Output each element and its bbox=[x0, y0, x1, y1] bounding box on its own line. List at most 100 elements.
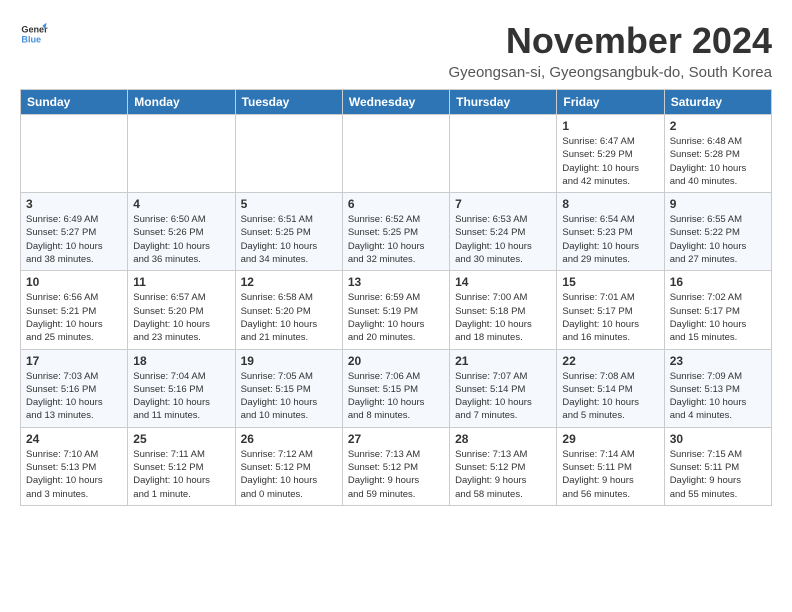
day-info: Sunrise: 7:15 AM Sunset: 5:11 PM Dayligh… bbox=[670, 448, 766, 501]
calendar-cell: 18 Sunrise: 7:04 AM Sunset: 5:16 PM Dayli… bbox=[128, 349, 235, 427]
calendar-cell: 27 Sunrise: 7:13 AM Sunset: 5:12 PM Dayli… bbox=[342, 427, 449, 505]
day-info: Sunrise: 6:58 AM Sunset: 5:20 PM Dayligh… bbox=[241, 291, 337, 344]
day-number: 24 bbox=[26, 432, 122, 446]
day-number: 26 bbox=[241, 432, 337, 446]
calendar-header-monday: Monday bbox=[128, 90, 235, 115]
day-number: 7 bbox=[455, 197, 551, 211]
day-info: Sunrise: 7:08 AM Sunset: 5:14 PM Dayligh… bbox=[562, 370, 658, 423]
calendar-cell: 10Sunrise: 6:56 AM Sunset: 5:21 PM Dayli… bbox=[21, 271, 128, 349]
day-number: 11 bbox=[133, 275, 229, 289]
calendar-cell: 12Sunrise: 6:58 AM Sunset: 5:20 PM Dayli… bbox=[235, 271, 342, 349]
calendar-cell: 30Sunrise: 7:15 AM Sunset: 5:11 PM Dayli… bbox=[664, 427, 771, 505]
day-number: 27 bbox=[348, 432, 444, 446]
calendar-week-row: 3 Sunrise: 6:49 AM Sunset: 5:27 PM Daylig… bbox=[21, 193, 772, 271]
calendar-header-friday: Friday bbox=[557, 90, 664, 115]
calendar-table: SundayMondayTuesdayWednesdayThursdayFrid… bbox=[20, 89, 772, 506]
day-number: 9 bbox=[670, 197, 766, 211]
day-number: 19 bbox=[241, 354, 337, 368]
day-info: Sunrise: 6:52 AM Sunset: 5:25 PM Dayligh… bbox=[348, 213, 444, 266]
calendar-cell: 16Sunrise: 7:02 AM Sunset: 5:17 PM Dayli… bbox=[664, 271, 771, 349]
day-number: 29 bbox=[562, 432, 658, 446]
calendar-cell: 6Sunrise: 6:52 AM Sunset: 5:25 PM Daylig… bbox=[342, 193, 449, 271]
day-info: Sunrise: 7:04 AM Sunset: 5:16 PM Dayligh… bbox=[133, 370, 229, 423]
day-number: 18 bbox=[133, 354, 229, 368]
calendar-cell: 14 Sunrise: 7:00 AM Sunset: 5:18 PM Dayli… bbox=[450, 271, 557, 349]
day-number: 23 bbox=[670, 354, 766, 368]
day-number: 3 bbox=[26, 197, 122, 211]
day-number: 5 bbox=[241, 197, 337, 211]
calendar-cell: 11 Sunrise: 6:57 AM Sunset: 5:20 PM Dayli… bbox=[128, 271, 235, 349]
day-info: Sunrise: 6:49 AM Sunset: 5:27 PM Dayligh… bbox=[26, 213, 122, 266]
svg-text:Blue: Blue bbox=[21, 34, 41, 44]
calendar-cell: 9 Sunrise: 6:55 AM Sunset: 5:22 PM Daylig… bbox=[664, 193, 771, 271]
day-info: Sunrise: 7:12 AM Sunset: 5:12 PM Dayligh… bbox=[241, 448, 337, 501]
calendar-week-row: 10Sunrise: 6:56 AM Sunset: 5:21 PM Dayli… bbox=[21, 271, 772, 349]
calendar-cell: 8 Sunrise: 6:54 AM Sunset: 5:23 PM Daylig… bbox=[557, 193, 664, 271]
day-info: Sunrise: 7:10 AM Sunset: 5:13 PM Dayligh… bbox=[26, 448, 122, 501]
day-number: 15 bbox=[562, 275, 658, 289]
calendar-cell: 2Sunrise: 6:48 AM Sunset: 5:28 PM Daylig… bbox=[664, 115, 771, 193]
calendar-cell: 22 Sunrise: 7:08 AM Sunset: 5:14 PM Dayli… bbox=[557, 349, 664, 427]
day-number: 17 bbox=[26, 354, 122, 368]
day-info: Sunrise: 7:14 AM Sunset: 5:11 PM Dayligh… bbox=[562, 448, 658, 501]
calendar-header-thursday: Thursday bbox=[450, 90, 557, 115]
calendar-cell: 21 Sunrise: 7:07 AM Sunset: 5:14 PM Dayli… bbox=[450, 349, 557, 427]
day-info: Sunrise: 7:00 AM Sunset: 5:18 PM Dayligh… bbox=[455, 291, 551, 344]
calendar-cell: 4 Sunrise: 6:50 AM Sunset: 5:26 PM Daylig… bbox=[128, 193, 235, 271]
day-info: Sunrise: 6:55 AM Sunset: 5:22 PM Dayligh… bbox=[670, 213, 766, 266]
calendar-header-saturday: Saturday bbox=[664, 90, 771, 115]
day-info: Sunrise: 6:54 AM Sunset: 5:23 PM Dayligh… bbox=[562, 213, 658, 266]
day-info: Sunrise: 6:59 AM Sunset: 5:19 PM Dayligh… bbox=[348, 291, 444, 344]
day-info: Sunrise: 7:11 AM Sunset: 5:12 PM Dayligh… bbox=[133, 448, 229, 501]
calendar-cell bbox=[235, 115, 342, 193]
day-number: 13 bbox=[348, 275, 444, 289]
day-number: 21 bbox=[455, 354, 551, 368]
calendar-cell: 26 Sunrise: 7:12 AM Sunset: 5:12 PM Dayli… bbox=[235, 427, 342, 505]
day-info: Sunrise: 6:53 AM Sunset: 5:24 PM Dayligh… bbox=[455, 213, 551, 266]
day-number: 20 bbox=[348, 354, 444, 368]
day-info: Sunrise: 7:13 AM Sunset: 5:12 PM Dayligh… bbox=[455, 448, 551, 501]
calendar-header-tuesday: Tuesday bbox=[235, 90, 342, 115]
calendar-cell: 29 Sunrise: 7:14 AM Sunset: 5:11 PM Dayli… bbox=[557, 427, 664, 505]
day-info: Sunrise: 7:03 AM Sunset: 5:16 PM Dayligh… bbox=[26, 370, 122, 423]
calendar-cell: 13 Sunrise: 6:59 AM Sunset: 5:19 PM Dayli… bbox=[342, 271, 449, 349]
calendar-cell bbox=[21, 115, 128, 193]
calendar-cell: 3 Sunrise: 6:49 AM Sunset: 5:27 PM Daylig… bbox=[21, 193, 128, 271]
day-number: 14 bbox=[455, 275, 551, 289]
calendar-header-row: SundayMondayTuesdayWednesdayThursdayFrid… bbox=[21, 90, 772, 115]
month-title: November 2024 bbox=[448, 20, 772, 62]
title-section: November 2024 Gyeongsan-si, Gyeongsangbu… bbox=[448, 20, 772, 81]
day-number: 22 bbox=[562, 354, 658, 368]
calendar-cell: 20Sunrise: 7:06 AM Sunset: 5:15 PM Dayli… bbox=[342, 349, 449, 427]
day-number: 2 bbox=[670, 119, 766, 133]
day-info: Sunrise: 7:13 AM Sunset: 5:12 PM Dayligh… bbox=[348, 448, 444, 501]
day-number: 4 bbox=[133, 197, 229, 211]
calendar-cell: 5 Sunrise: 6:51 AM Sunset: 5:25 PM Daylig… bbox=[235, 193, 342, 271]
day-number: 25 bbox=[133, 432, 229, 446]
day-info: Sunrise: 7:01 AM Sunset: 5:17 PM Dayligh… bbox=[562, 291, 658, 344]
calendar-cell bbox=[342, 115, 449, 193]
calendar-header-wednesday: Wednesday bbox=[342, 90, 449, 115]
calendar-week-row: 24 Sunrise: 7:10 AM Sunset: 5:13 PM Dayli… bbox=[21, 427, 772, 505]
day-info: Sunrise: 6:50 AM Sunset: 5:26 PM Dayligh… bbox=[133, 213, 229, 266]
calendar-cell: 25 Sunrise: 7:11 AM Sunset: 5:12 PM Dayli… bbox=[128, 427, 235, 505]
day-number: 8 bbox=[562, 197, 658, 211]
calendar-header-sunday: Sunday bbox=[21, 90, 128, 115]
calendar-cell: 23 Sunrise: 7:09 AM Sunset: 5:13 PM Dayli… bbox=[664, 349, 771, 427]
day-info: Sunrise: 7:05 AM Sunset: 5:15 PM Dayligh… bbox=[241, 370, 337, 423]
calendar-cell: 17 Sunrise: 7:03 AM Sunset: 5:16 PM Dayli… bbox=[21, 349, 128, 427]
day-number: 1 bbox=[562, 119, 658, 133]
logo: General Blue bbox=[20, 20, 48, 48]
day-info: Sunrise: 7:07 AM Sunset: 5:14 PM Dayligh… bbox=[455, 370, 551, 423]
calendar-week-row: 1Sunrise: 6:47 AM Sunset: 5:29 PM Daylig… bbox=[21, 115, 772, 193]
calendar-cell: 28 Sunrise: 7:13 AM Sunset: 5:12 PM Dayli… bbox=[450, 427, 557, 505]
day-info: Sunrise: 7:02 AM Sunset: 5:17 PM Dayligh… bbox=[670, 291, 766, 344]
day-info: Sunrise: 6:57 AM Sunset: 5:20 PM Dayligh… bbox=[133, 291, 229, 344]
day-number: 28 bbox=[455, 432, 551, 446]
calendar-cell bbox=[450, 115, 557, 193]
calendar-cell bbox=[128, 115, 235, 193]
calendar-cell: 15 Sunrise: 7:01 AM Sunset: 5:17 PM Dayli… bbox=[557, 271, 664, 349]
calendar-cell: 1Sunrise: 6:47 AM Sunset: 5:29 PM Daylig… bbox=[557, 115, 664, 193]
day-info: Sunrise: 7:09 AM Sunset: 5:13 PM Dayligh… bbox=[670, 370, 766, 423]
day-info: Sunrise: 6:51 AM Sunset: 5:25 PM Dayligh… bbox=[241, 213, 337, 266]
